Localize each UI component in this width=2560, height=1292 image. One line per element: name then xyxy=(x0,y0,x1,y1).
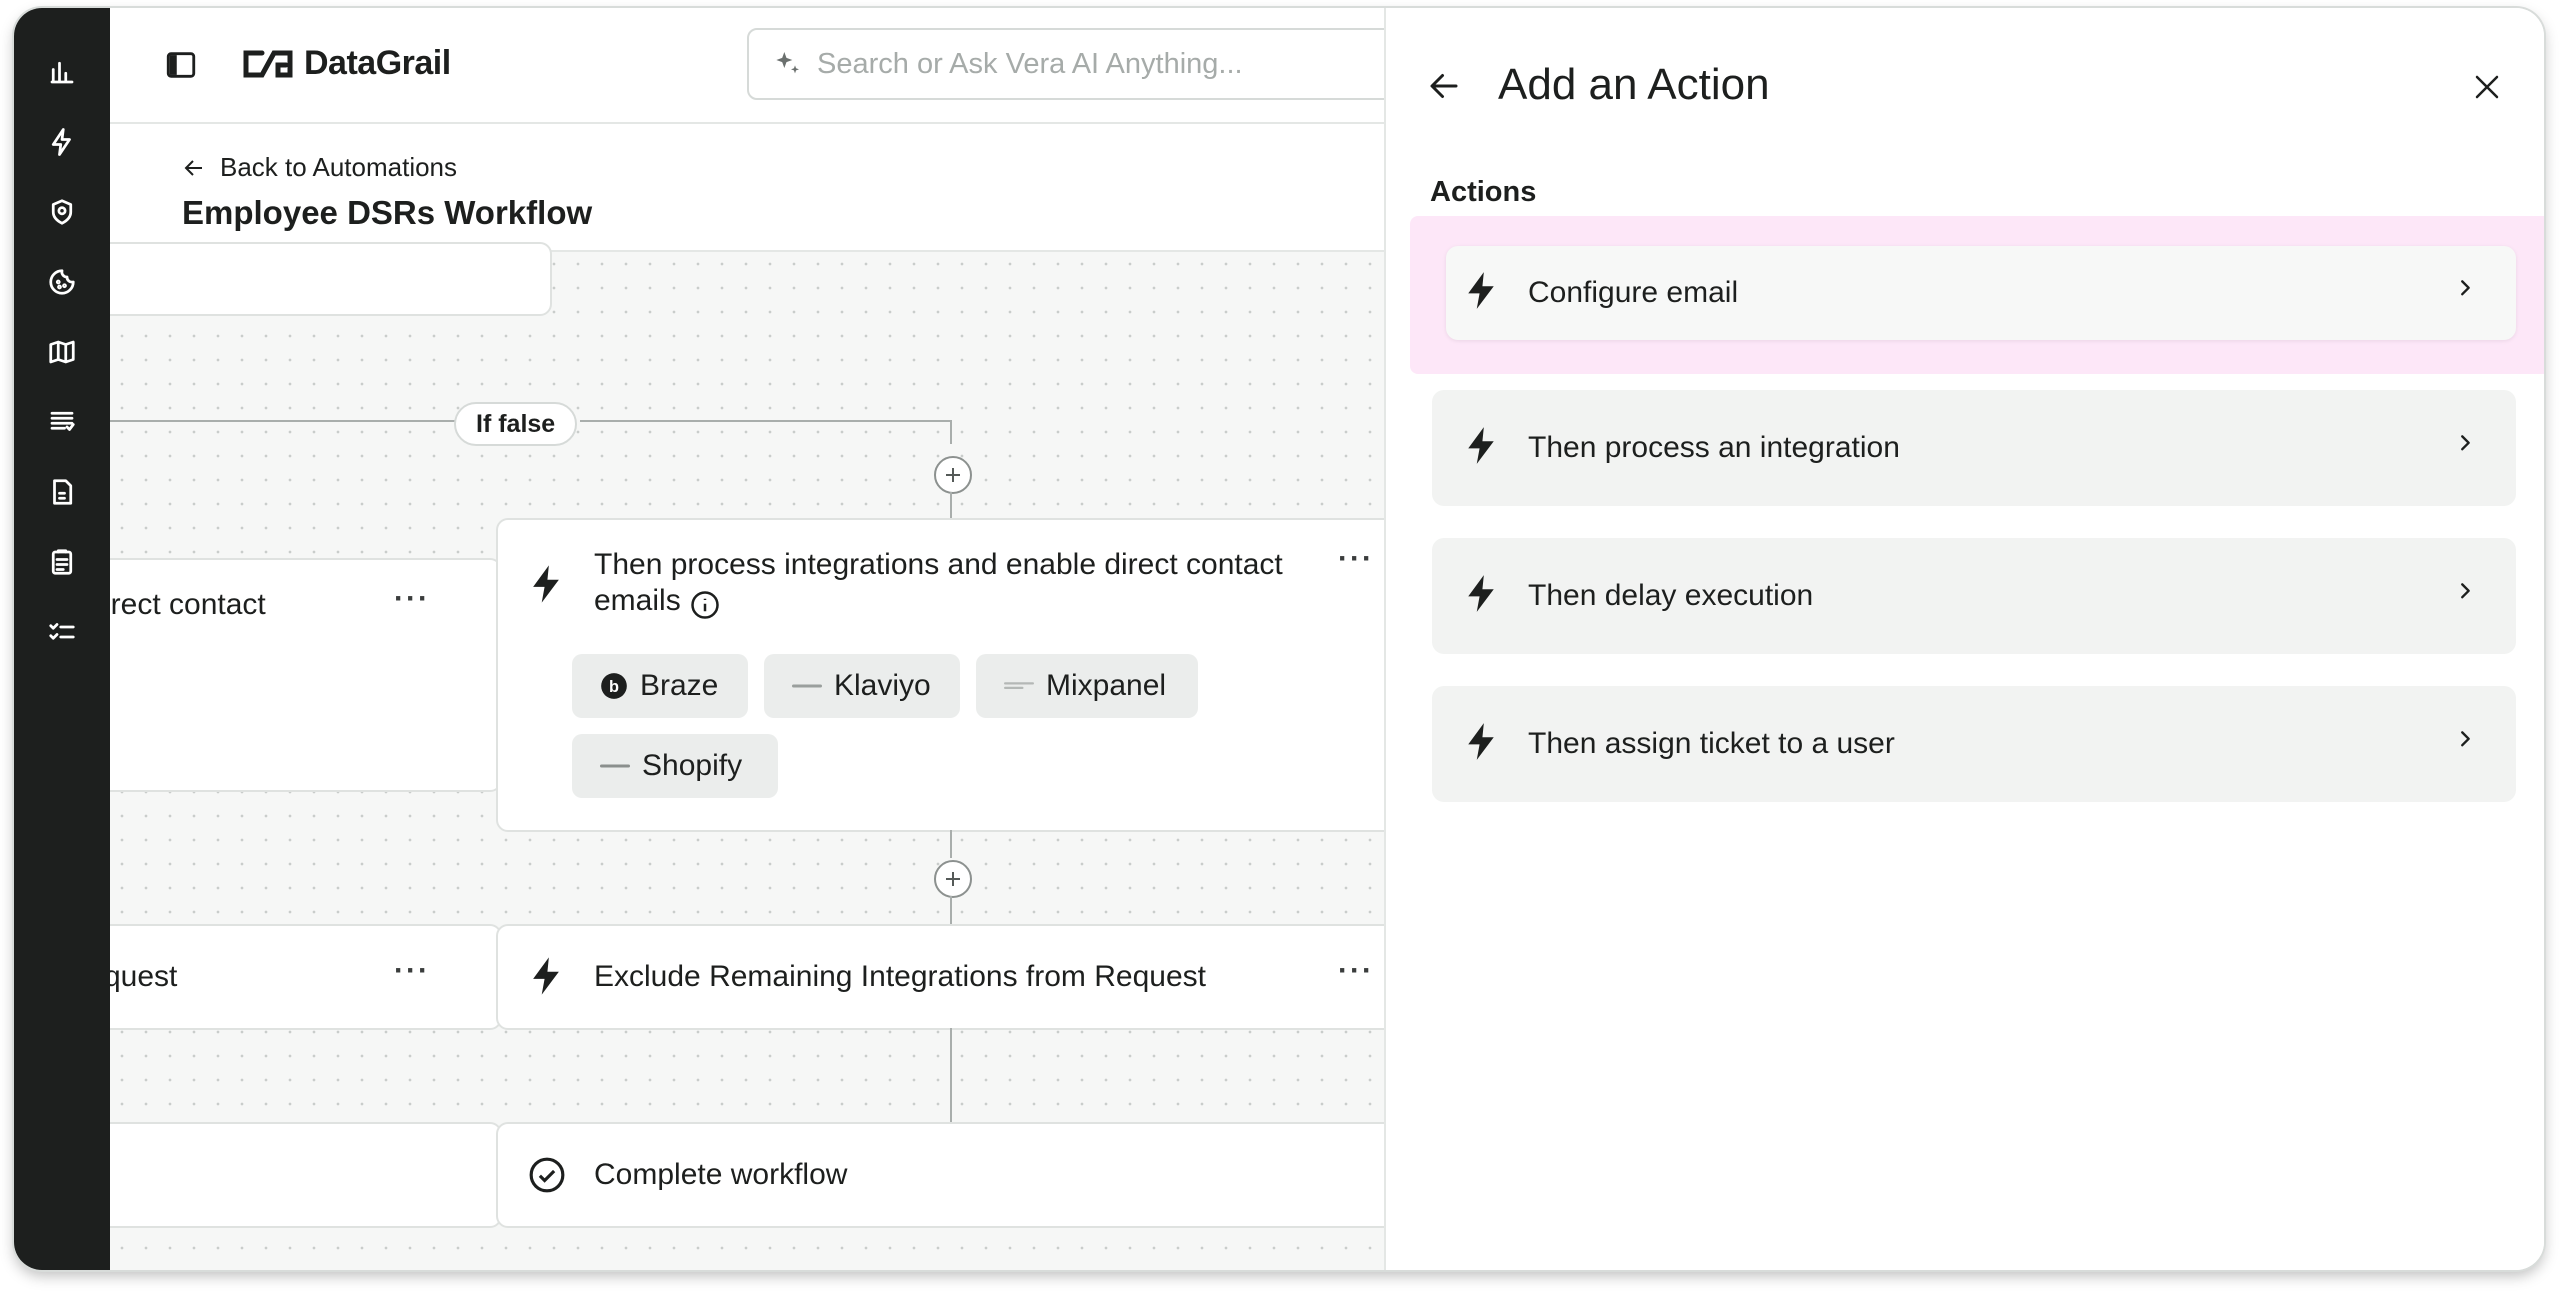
cookie-icon[interactable] xyxy=(44,264,80,300)
action-label: Then process an integration xyxy=(1528,431,1900,464)
action-delay-execution[interactable]: Then delay execution xyxy=(1432,538,2516,654)
check-circle-icon xyxy=(529,1157,565,1193)
automations-icon[interactable] xyxy=(44,124,80,160)
action-label: Then assign ticket to a user xyxy=(1528,727,1895,760)
datagrail-logo[interactable]: DataGrail xyxy=(240,44,451,83)
actions-section-label: Actions xyxy=(1430,176,1537,208)
node-title-continued: emails xyxy=(594,584,681,617)
action-process-integration[interactable]: Then process an integration xyxy=(1432,390,2516,506)
more-options-icon[interactable]: ··· xyxy=(1338,542,1374,576)
privacy-shield-icon[interactable] xyxy=(44,194,80,230)
more-options-icon[interactable]: ··· xyxy=(1338,954,1374,988)
lightning-bolt-icon xyxy=(1464,271,1498,316)
map-icon[interactable] xyxy=(44,334,80,370)
back-link-label: Back to Automations xyxy=(220,152,458,182)
lightning-bolt-icon xyxy=(528,956,564,1001)
connector-line xyxy=(950,830,952,858)
page-title: Employee DSRs Workflow xyxy=(182,194,593,231)
page-header: Back to Automations Employee DSRs Workfl… xyxy=(110,124,1384,252)
add-step-button[interactable] xyxy=(934,860,972,898)
add-action-panel: Add an Action Actions Configure email Th… xyxy=(1384,8,2544,1270)
action-label: Then delay execution xyxy=(1528,579,1814,612)
integration-chip-mixpanel[interactable]: Mixpanel xyxy=(976,654,1198,718)
dashboard-icon[interactable] xyxy=(44,54,80,90)
chevron-right-icon xyxy=(2454,277,2476,304)
info-icon[interactable] xyxy=(690,590,720,620)
branch-connector xyxy=(580,420,950,422)
connector-line xyxy=(950,492,952,520)
close-icon[interactable] xyxy=(2472,72,2502,102)
lightning-bolt-icon xyxy=(1464,574,1498,619)
integration-chip-shopify[interactable]: Shopify xyxy=(572,734,778,798)
workflow-node-partial[interactable]: irect contact ··· xyxy=(110,558,502,792)
more-options-icon[interactable]: ··· xyxy=(394,954,430,988)
panel-title: Add an Action xyxy=(1498,60,1770,109)
tasks-checklist-icon[interactable] xyxy=(44,614,80,650)
search-input[interactable] xyxy=(815,46,1384,82)
documents-icon[interactable] xyxy=(44,474,80,510)
braze-logo-icon: b xyxy=(600,672,628,700)
chevron-right-icon xyxy=(2454,728,2476,755)
integration-chip-klaviyo[interactable]: Klaviyo xyxy=(764,654,960,718)
clipboard-icon[interactable] xyxy=(44,544,80,580)
chevron-right-icon xyxy=(2454,580,2476,607)
integration-label: Klaviyo xyxy=(834,669,931,702)
branch-label: If false xyxy=(454,402,578,446)
exclude-integrations-node[interactable]: Exclude Remaining Integrations from Requ… xyxy=(496,924,1384,1030)
klaviyo-logo-icon xyxy=(792,681,822,691)
brand-name: DataGrail xyxy=(304,44,451,82)
add-step-button[interactable] xyxy=(934,456,972,494)
requests-list-icon[interactable] xyxy=(44,404,80,440)
branch-connector xyxy=(110,420,456,422)
action-assign-ticket[interactable]: Then assign ticket to a user xyxy=(1432,686,2516,802)
plus-icon xyxy=(946,468,960,482)
app-window: DataGrail Back to Automations Employee D… xyxy=(14,8,2544,1270)
process-integrations-node[interactable]: Then process integrations and enable dir… xyxy=(496,518,1384,832)
arrow-left-icon xyxy=(184,159,202,176)
node-title: Then process integrations and enable dir… xyxy=(594,548,1283,581)
integration-label: Shopify xyxy=(642,749,743,782)
node-title: irect contact xyxy=(110,588,266,621)
integration-label: Mixpanel xyxy=(1046,669,1167,702)
action-label: Configure email xyxy=(1528,276,1739,309)
arrow-left-icon[interactable] xyxy=(1426,68,1462,104)
branch-connector xyxy=(950,420,952,444)
sidebar-toggle-icon[interactable] xyxy=(164,48,198,82)
top-bar: DataGrail xyxy=(110,8,1384,124)
search-bar[interactable] xyxy=(747,28,1384,100)
integration-chip-braze[interactable]: b Braze xyxy=(572,654,748,718)
chevron-right-icon xyxy=(2454,432,2476,459)
lightning-bolt-icon xyxy=(1464,426,1498,471)
shopify-logo-icon xyxy=(600,761,630,771)
more-options-icon[interactable]: ··· xyxy=(394,582,430,616)
sparkle-icon xyxy=(776,52,799,74)
connector-line xyxy=(950,1028,952,1124)
datagrail-logo-icon xyxy=(243,50,293,77)
node-title: Exclude Remaining Integrations from Requ… xyxy=(594,960,1206,993)
complete-workflow-node[interactable]: Complete workflow xyxy=(496,1122,1384,1228)
workflow-node-partial[interactable] xyxy=(110,1122,502,1228)
lightning-bolt-icon xyxy=(528,564,564,609)
plus-icon xyxy=(946,872,960,886)
nav-rail xyxy=(14,8,110,1270)
workflow-node-partial[interactable] xyxy=(110,242,552,316)
mixpanel-logo-icon xyxy=(1004,679,1034,693)
back-to-automations-link[interactable]: Back to Automations xyxy=(182,152,457,183)
integration-label: Braze xyxy=(640,669,719,702)
workflow-editor: DataGrail Back to Automations Employee D… xyxy=(110,8,1384,1270)
action-configure-email[interactable]: Configure email xyxy=(1446,246,2516,340)
workflow-node-partial[interactable]: quest ··· xyxy=(110,924,502,1030)
node-title: quest xyxy=(110,960,178,993)
connector-line xyxy=(950,896,952,924)
svg-text:b: b xyxy=(609,678,619,696)
lightning-bolt-icon xyxy=(1464,722,1498,767)
node-title: Complete workflow xyxy=(594,1158,848,1191)
workflow-canvas[interactable]: If false irect contact ··· Then process … xyxy=(110,242,1384,1270)
